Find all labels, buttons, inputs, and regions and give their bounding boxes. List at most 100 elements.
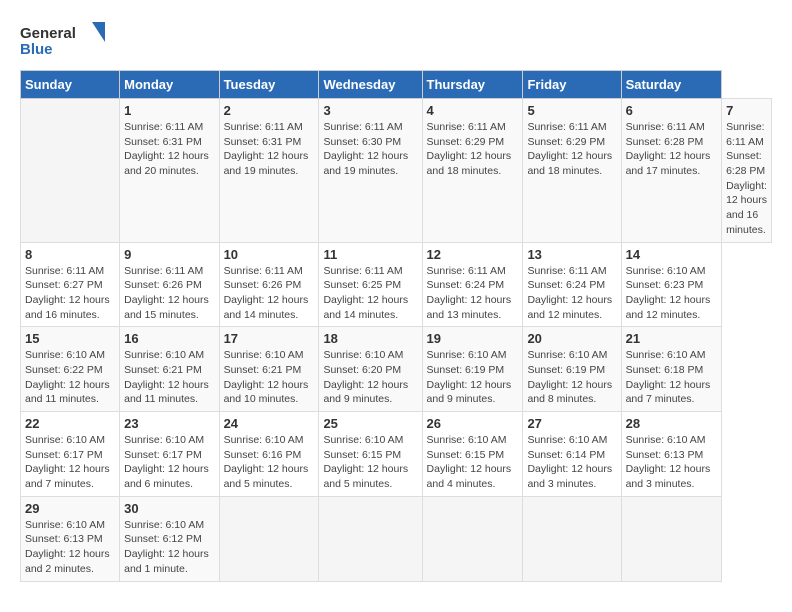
col-header-thursday: Thursday: [422, 71, 523, 99]
day-number: 19: [427, 331, 519, 346]
day-number: 3: [323, 103, 417, 118]
day-info: Sunrise: 6:10 AM Sunset: 6:23 PM Dayligh…: [626, 264, 717, 323]
day-info: Sunrise: 6:11 AM Sunset: 6:28 PM Dayligh…: [726, 120, 767, 238]
day-cell: 28 Sunrise: 6:10 AM Sunset: 6:13 PM Dayli…: [621, 412, 721, 497]
day-cell: [523, 496, 621, 581]
day-info: Sunrise: 6:11 AM Sunset: 6:24 PM Dayligh…: [527, 264, 616, 323]
week-row-1: 1 Sunrise: 6:11 AM Sunset: 6:31 PM Daylig…: [21, 99, 772, 243]
day-info: Sunrise: 6:11 AM Sunset: 6:29 PM Dayligh…: [527, 120, 616, 179]
day-number: 8: [25, 247, 115, 262]
day-cell: 12 Sunrise: 6:11 AM Sunset: 6:24 PM Dayli…: [422, 242, 523, 327]
day-info: Sunrise: 6:10 AM Sunset: 6:13 PM Dayligh…: [626, 433, 717, 492]
day-number: 17: [224, 331, 315, 346]
day-cell: 9 Sunrise: 6:11 AM Sunset: 6:26 PM Daylig…: [120, 242, 219, 327]
day-info: Sunrise: 6:10 AM Sunset: 6:21 PM Dayligh…: [224, 348, 315, 407]
day-cell: 6Sunrise: 6:11 AM Sunset: 6:28 PM Daylig…: [621, 99, 721, 243]
day-cell: 21 Sunrise: 6:10 AM Sunset: 6:18 PM Dayli…: [621, 327, 721, 412]
day-info: Sunrise: 6:10 AM Sunset: 6:18 PM Dayligh…: [626, 348, 717, 407]
logo: GeneralBlue: [20, 20, 110, 60]
day-info: Sunrise: 6:10 AM Sunset: 6:16 PM Dayligh…: [224, 433, 315, 492]
day-number: 27: [527, 416, 616, 431]
day-cell: 20Sunrise: 6:10 AM Sunset: 6:19 PM Dayli…: [523, 327, 621, 412]
day-number: 2: [224, 103, 315, 118]
day-cell: 7 Sunrise: 6:11 AM Sunset: 6:28 PM Daylig…: [722, 99, 772, 243]
day-number: 26: [427, 416, 519, 431]
col-header-wednesday: Wednesday: [319, 71, 422, 99]
col-header-tuesday: Tuesday: [219, 71, 319, 99]
day-cell: 19Sunrise: 6:10 AM Sunset: 6:19 PM Dayli…: [422, 327, 523, 412]
day-number: 30: [124, 501, 214, 516]
day-info: Sunrise: 6:11 AM Sunset: 6:27 PM Dayligh…: [25, 264, 115, 323]
svg-text:General: General: [20, 25, 76, 42]
day-info: Sunrise: 6:11 AM Sunset: 6:30 PM Dayligh…: [323, 120, 417, 179]
day-number: 16: [124, 331, 214, 346]
day-info: Sunrise: 6:11 AM Sunset: 6:29 PM Dayligh…: [427, 120, 519, 179]
day-number: 4: [427, 103, 519, 118]
day-cell: [621, 496, 721, 581]
day-cell: 4 Sunrise: 6:11 AM Sunset: 6:29 PM Daylig…: [422, 99, 523, 243]
day-number: 21: [626, 331, 717, 346]
week-row-4: 22 Sunrise: 6:10 AM Sunset: 6:17 PM Dayli…: [21, 412, 772, 497]
day-info: Sunrise: 6:11 AM Sunset: 6:26 PM Dayligh…: [124, 264, 214, 323]
day-cell: 14 Sunrise: 6:10 AM Sunset: 6:23 PM Dayli…: [621, 242, 721, 327]
col-header-friday: Friday: [523, 71, 621, 99]
day-number: 12: [427, 247, 519, 262]
day-number: 7: [726, 103, 767, 118]
day-cell: 5 Sunrise: 6:11 AM Sunset: 6:29 PM Daylig…: [523, 99, 621, 243]
day-number: 1: [124, 103, 214, 118]
week-row-5: 29 Sunrise: 6:10 AM Sunset: 6:13 PM Dayli…: [21, 496, 772, 581]
day-cell: 8 Sunrise: 6:11 AM Sunset: 6:27 PM Daylig…: [21, 242, 120, 327]
day-cell: 2Sunrise: 6:11 AM Sunset: 6:31 PM Daylig…: [219, 99, 319, 243]
day-cell: [21, 99, 120, 243]
day-cell: 25Sunrise: 6:10 AM Sunset: 6:15 PM Dayli…: [319, 412, 422, 497]
day-cell: 15 Sunrise: 6:10 AM Sunset: 6:22 PM Dayli…: [21, 327, 120, 412]
day-cell: 30Sunrise: 6:10 AM Sunset: 6:12 PM Dayli…: [120, 496, 219, 581]
day-cell: [319, 496, 422, 581]
day-info: Sunrise: 6:10 AM Sunset: 6:21 PM Dayligh…: [124, 348, 214, 407]
day-info: Sunrise: 6:10 AM Sunset: 6:17 PM Dayligh…: [25, 433, 115, 492]
week-row-3: 15 Sunrise: 6:10 AM Sunset: 6:22 PM Dayli…: [21, 327, 772, 412]
day-cell: 24Sunrise: 6:10 AM Sunset: 6:16 PM Dayli…: [219, 412, 319, 497]
day-info: Sunrise: 6:11 AM Sunset: 6:26 PM Dayligh…: [224, 264, 315, 323]
day-number: 23: [124, 416, 214, 431]
day-cell: 13 Sunrise: 6:11 AM Sunset: 6:24 PM Dayli…: [523, 242, 621, 327]
day-info: Sunrise: 6:11 AM Sunset: 6:31 PM Dayligh…: [124, 120, 214, 179]
day-number: 11: [323, 247, 417, 262]
day-number: 18: [323, 331, 417, 346]
day-number: 9: [124, 247, 214, 262]
day-cell: 17 Sunrise: 6:10 AM Sunset: 6:21 PM Dayli…: [219, 327, 319, 412]
day-number: 13: [527, 247, 616, 262]
day-info: Sunrise: 6:11 AM Sunset: 6:25 PM Dayligh…: [323, 264, 417, 323]
day-cell: 23 Sunrise: 6:10 AM Sunset: 6:17 PM Dayli…: [120, 412, 219, 497]
svg-text:Blue: Blue: [20, 41, 53, 58]
col-header-monday: Monday: [120, 71, 219, 99]
day-number: 15: [25, 331, 115, 346]
day-info: Sunrise: 6:10 AM Sunset: 6:14 PM Dayligh…: [527, 433, 616, 492]
day-info: Sunrise: 6:10 AM Sunset: 6:15 PM Dayligh…: [427, 433, 519, 492]
day-info: Sunrise: 6:10 AM Sunset: 6:17 PM Dayligh…: [124, 433, 214, 492]
day-cell: 26 Sunrise: 6:10 AM Sunset: 6:15 PM Dayli…: [422, 412, 523, 497]
day-info: Sunrise: 6:10 AM Sunset: 6:13 PM Dayligh…: [25, 518, 115, 577]
day-cell: 11 Sunrise: 6:11 AM Sunset: 6:25 PM Dayli…: [319, 242, 422, 327]
day-cell: [422, 496, 523, 581]
day-info: Sunrise: 6:10 AM Sunset: 6:22 PM Dayligh…: [25, 348, 115, 407]
day-number: 10: [224, 247, 315, 262]
day-number: 28: [626, 416, 717, 431]
day-number: 5: [527, 103, 616, 118]
col-header-sunday: Sunday: [21, 71, 120, 99]
day-number: 29: [25, 501, 115, 516]
day-cell: [219, 496, 319, 581]
day-number: 20: [527, 331, 616, 346]
day-info: Sunrise: 6:11 AM Sunset: 6:24 PM Dayligh…: [427, 264, 519, 323]
day-number: 25: [323, 416, 417, 431]
day-cell: 22 Sunrise: 6:10 AM Sunset: 6:17 PM Dayli…: [21, 412, 120, 497]
day-info: Sunrise: 6:11 AM Sunset: 6:28 PM Dayligh…: [626, 120, 717, 179]
day-number: 22: [25, 416, 115, 431]
day-cell: 16 Sunrise: 6:10 AM Sunset: 6:21 PM Dayli…: [120, 327, 219, 412]
day-cell: 10 Sunrise: 6:11 AM Sunset: 6:26 PM Dayli…: [219, 242, 319, 327]
day-cell: 29 Sunrise: 6:10 AM Sunset: 6:13 PM Dayli…: [21, 496, 120, 581]
week-row-2: 8 Sunrise: 6:11 AM Sunset: 6:27 PM Daylig…: [21, 242, 772, 327]
day-cell: 27 Sunrise: 6:10 AM Sunset: 6:14 PM Dayli…: [523, 412, 621, 497]
header-row: SundayMondayTuesdayWednesdayThursdayFrid…: [21, 71, 772, 99]
day-number: 14: [626, 247, 717, 262]
